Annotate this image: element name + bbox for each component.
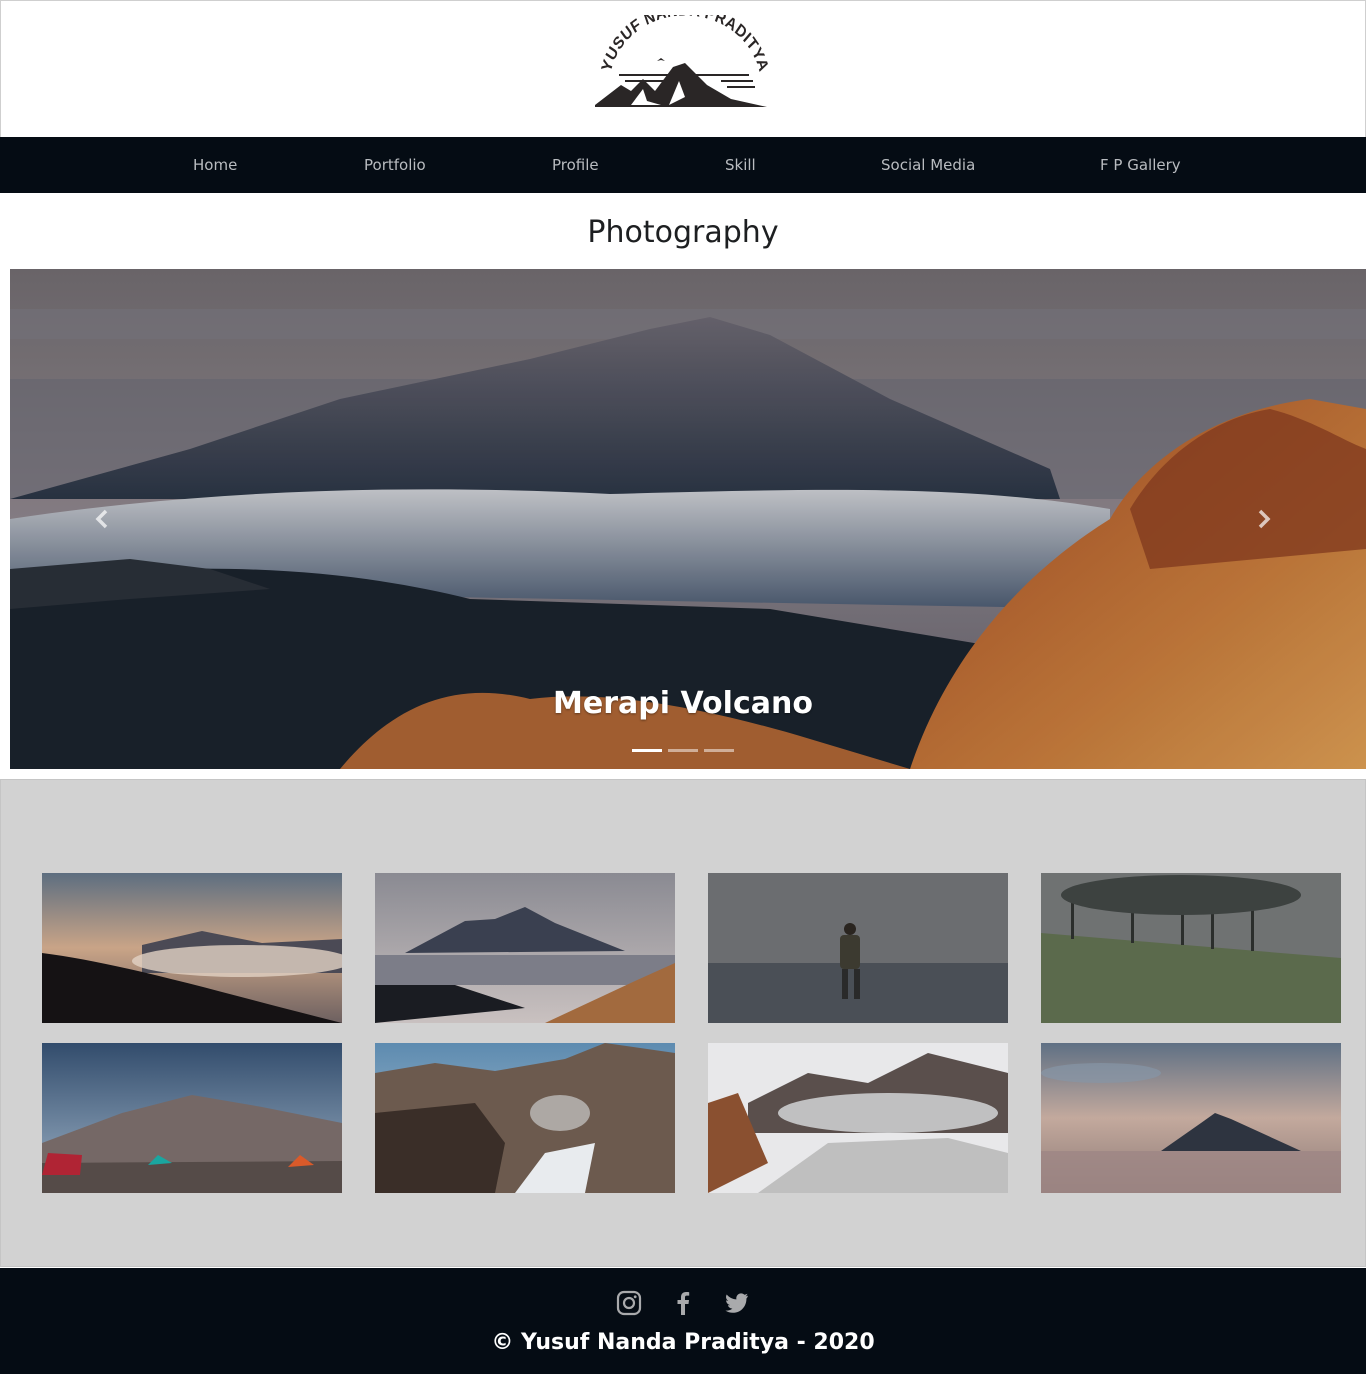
- gallery-photo-6[interactable]: [375, 1043, 675, 1193]
- carousel-indicator-2[interactable]: [668, 749, 698, 752]
- main-nav: Home Portfolio Profile Skill Social Medi…: [0, 137, 1366, 193]
- carousel-prev-button[interactable]: [90, 505, 114, 533]
- gallery-photo-5[interactable]: [42, 1043, 342, 1193]
- site-header: YUSUF NANDA PRADITYA: [0, 0, 1366, 137]
- carousel-indicator-1[interactable]: [632, 749, 662, 752]
- gallery-photo-8[interactable]: [1041, 1043, 1341, 1193]
- gallery-photo-3[interactable]: [708, 873, 1008, 1023]
- carousel-indicator-3[interactable]: [704, 749, 734, 752]
- gallery-photo-1[interactable]: [42, 873, 342, 1023]
- nav-item-portfolio[interactable]: Portfolio: [364, 137, 426, 193]
- gallery-photo-4[interactable]: [1041, 873, 1341, 1023]
- nav-item-social-media[interactable]: Social Media: [881, 137, 975, 193]
- gallery-photo-7[interactable]: [708, 1043, 1008, 1193]
- page-title: Photography: [587, 215, 779, 250]
- carousel-next-button[interactable]: [1252, 505, 1276, 533]
- facebook-icon[interactable]: [670, 1290, 696, 1316]
- carousel-indicators: [632, 749, 736, 753]
- gallery-photo-2[interactable]: [375, 873, 675, 1023]
- nav-item-skill[interactable]: Skill: [725, 137, 756, 193]
- carousel-caption: Merapi Volcano: [553, 686, 813, 721]
- chevron-left-icon: [95, 509, 108, 529]
- twitter-icon[interactable]: [724, 1290, 750, 1316]
- nav-item-fp-gallery[interactable]: F P Gallery: [1100, 137, 1181, 193]
- copyright-text: © Yusuf Nanda Praditya - 2020: [491, 1330, 875, 1355]
- instagram-icon[interactable]: [616, 1290, 642, 1316]
- photo-gallery: [0, 779, 1366, 1267]
- chevron-right-icon: [1258, 509, 1271, 529]
- site-logo[interactable]: YUSUF NANDA PRADITYA: [581, 15, 787, 115]
- nav-item-profile[interactable]: Profile: [552, 137, 599, 193]
- nav-item-home[interactable]: Home: [193, 137, 237, 193]
